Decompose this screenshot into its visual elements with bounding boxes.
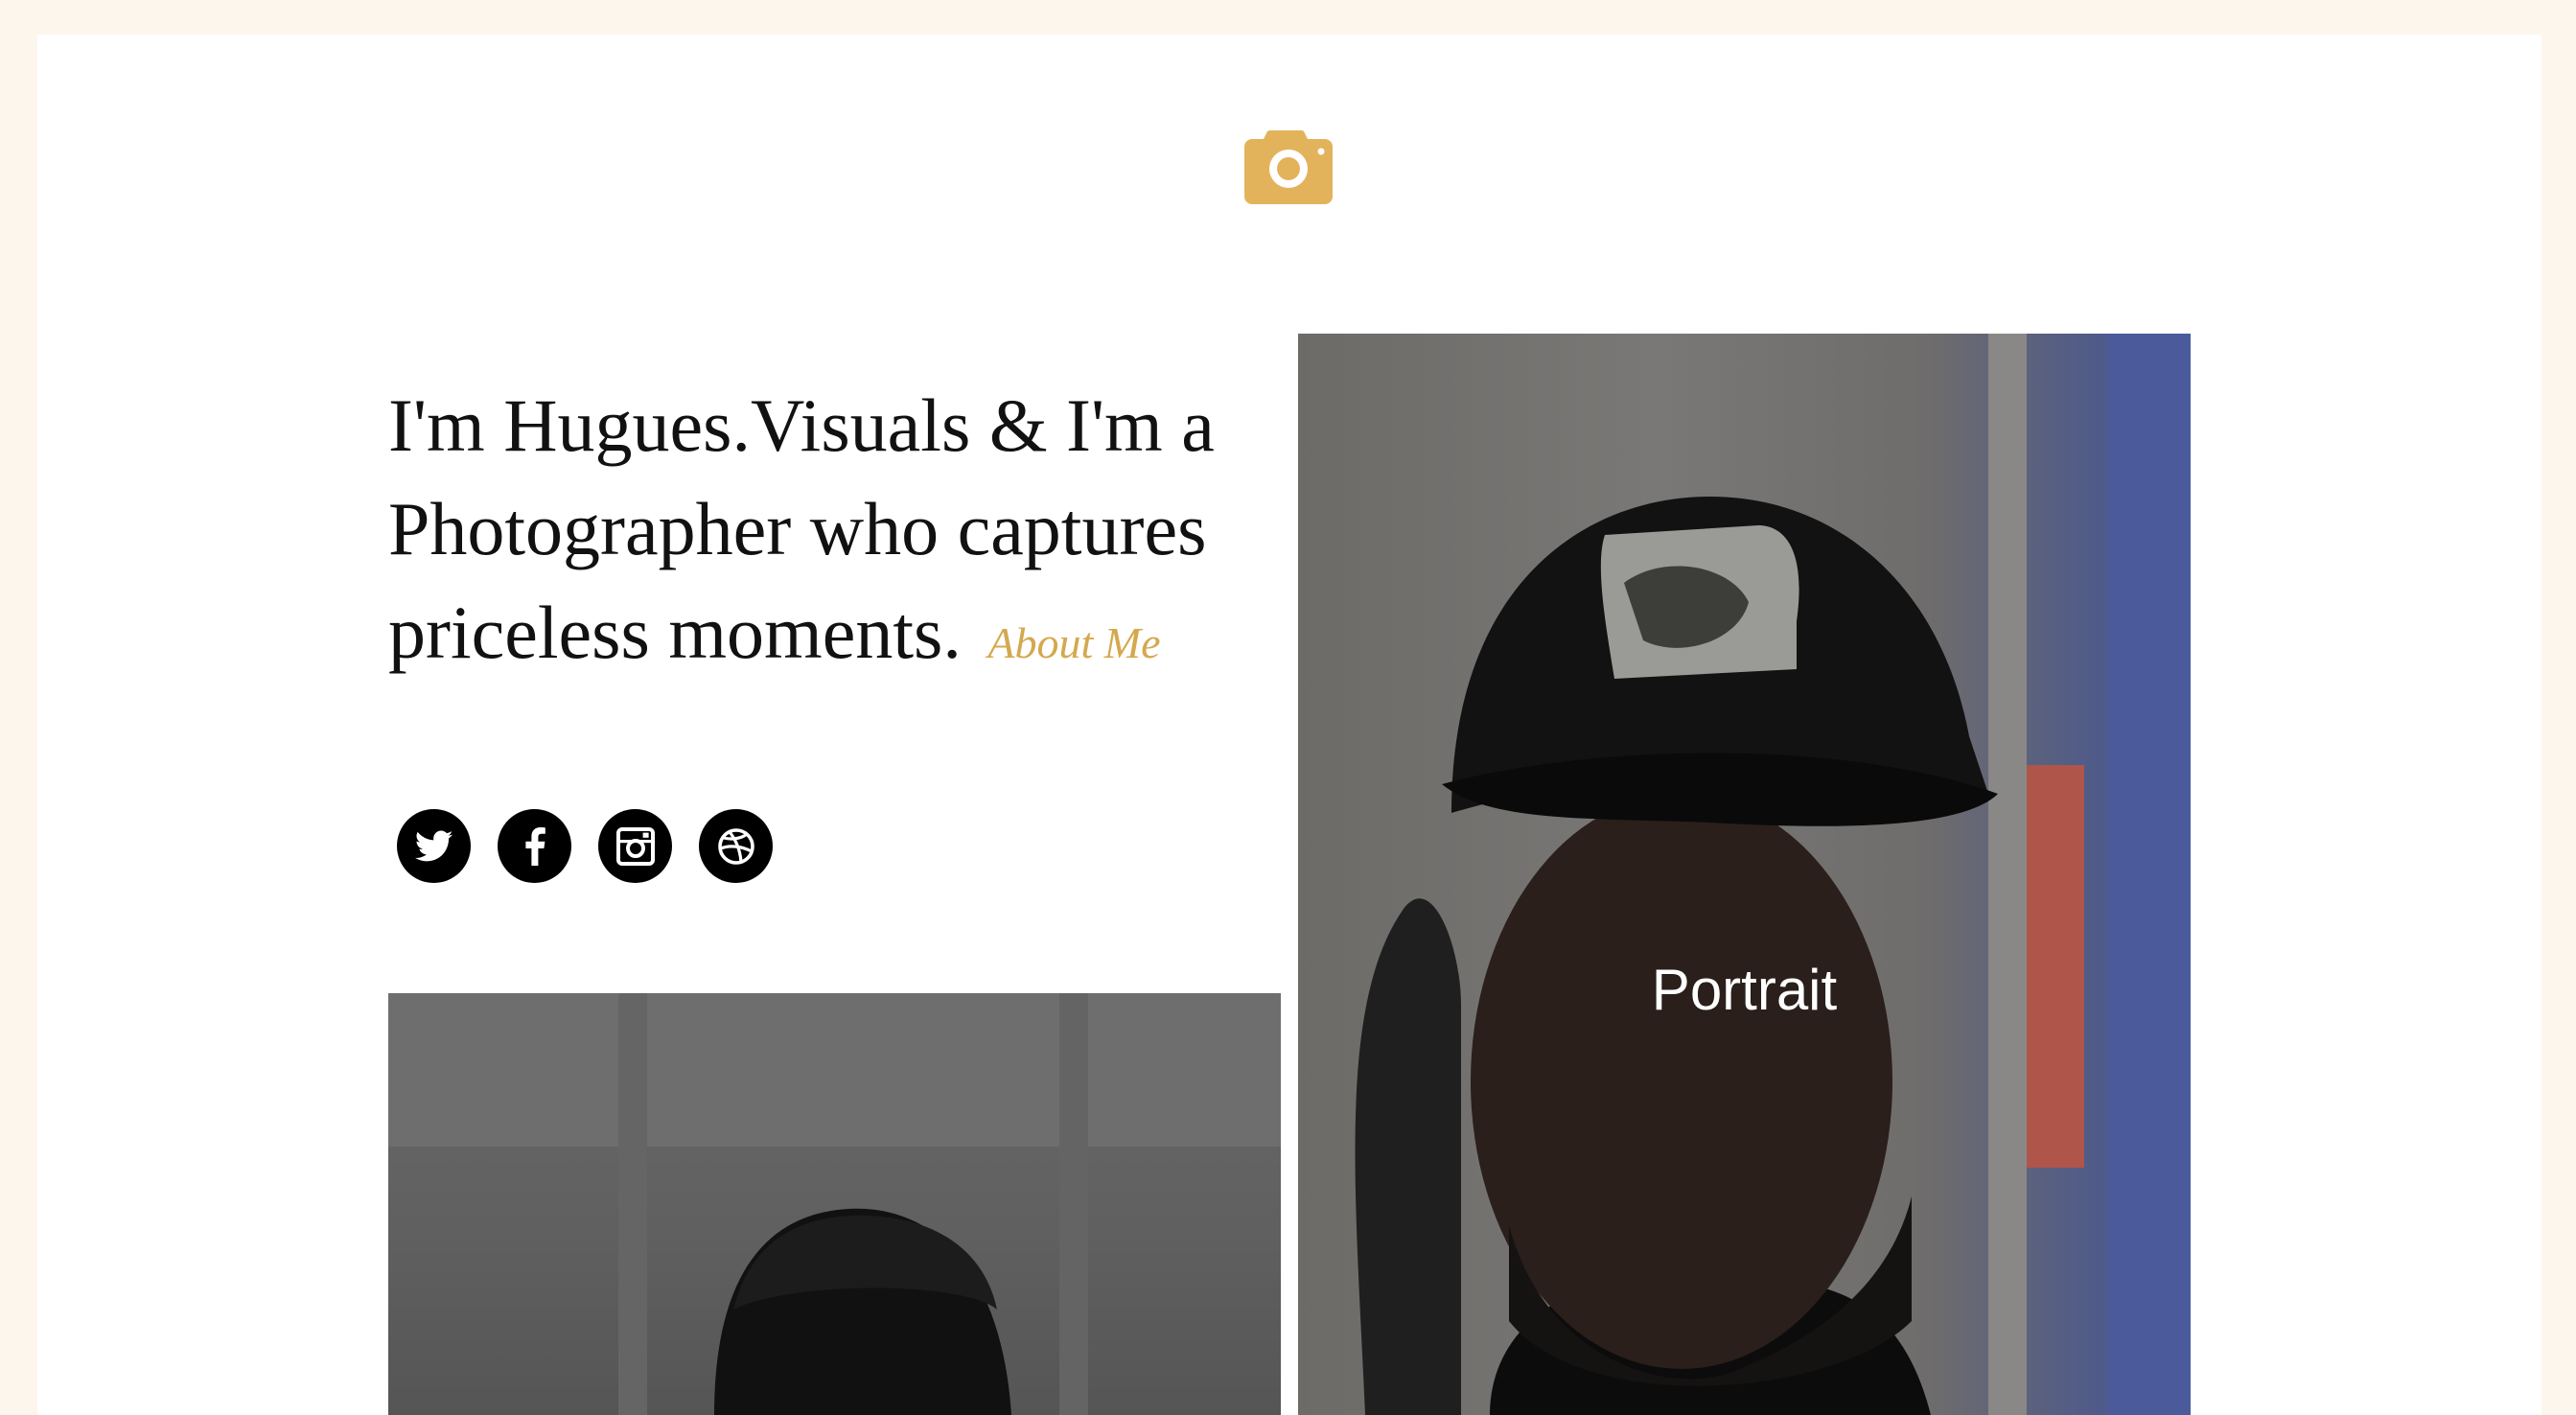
facebook-icon[interactable] — [498, 809, 571, 883]
instagram-icon[interactable] — [598, 809, 672, 883]
portrait-gallery-tile[interactable]: Portrait — [1298, 334, 2191, 1415]
social-links — [397, 809, 773, 883]
portrait-photo — [1355, 334, 2191, 1415]
gallery-photo — [388, 993, 1281, 1415]
gallery-tile[interactable] — [388, 993, 1281, 1415]
camera-icon[interactable] — [1240, 123, 1337, 204]
about-me-link[interactable]: About Me — [987, 618, 1160, 667]
dribbble-icon[interactable] — [699, 809, 773, 883]
intro-headline: I'm Hugues.Visuals & I'm a Photographer … — [388, 374, 1289, 695]
twitter-icon[interactable] — [397, 809, 471, 883]
portrait-label: Portrait — [1651, 958, 1838, 1022]
